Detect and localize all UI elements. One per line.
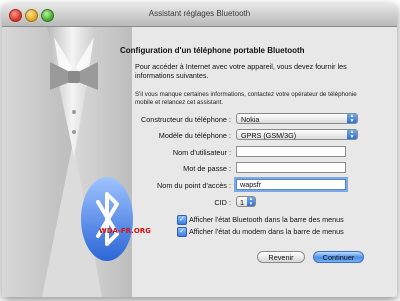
popup-arrows-icon: ▲ ▼ [247, 196, 255, 206]
checkmark-icon[interactable]: ✓ [177, 215, 187, 225]
back-button[interactable]: Revenir [257, 251, 305, 263]
username-label: Nom d'utilisateur : [172, 148, 231, 157]
username-field[interactable] [236, 146, 346, 157]
cid-popup[interactable]: 1 ▲ ▼ [236, 196, 256, 207]
username-row: Nom d'utilisateur : [2, 146, 397, 158]
cid-label: CID : [214, 198, 231, 207]
popup-arrows-icon: ▲ ▼ [347, 114, 357, 123]
manufacturer-popup[interactable]: Nokia ▲ ▼ [236, 113, 358, 124]
password-label: Mot de passe : [183, 164, 231, 173]
intro-text: Pour accéder à Internet avec votre appar… [135, 62, 347, 80]
assistant-window: Assistant réglages Bluetooth WDA-FR.ORG … [2, 4, 397, 297]
cid-row: CID : 1 ▲ ▼ [2, 196, 397, 208]
model-row: Modèle du téléphone : GPRS (GSM/3G) ▲ ▼ [2, 129, 397, 141]
apn-field[interactable]: wapsfr [236, 179, 346, 190]
model-value: GPRS (GSM/3G) [241, 131, 297, 140]
manufacturer-row: Constructeur du téléphone : Nokia ▲ ▼ [2, 113, 397, 125]
manufacturer-label: Constructeur du téléphone : [140, 115, 231, 124]
window-title: Assistant réglages Bluetooth [148, 9, 251, 18]
model-label: Modèle du téléphone : [158, 131, 231, 140]
modem-menu-checkbox[interactable]: ✓ Afficher l'état du modem dans la barre… [177, 227, 377, 237]
continue-button[interactable]: Continuer [313, 251, 364, 263]
modem-menu-label: Afficher l'état du modem dans la barre d… [189, 227, 344, 236]
model-popup[interactable]: GPRS (GSM/3G) ▲ ▼ [236, 129, 358, 140]
apn-label: Nom du point d'accès : [157, 181, 231, 190]
checkmark-icon[interactable]: ✓ [177, 227, 187, 237]
password-row: Mot de passe : [2, 162, 397, 174]
title-bar: Assistant réglages Bluetooth [2, 4, 397, 27]
bluetooth-menu-checkbox[interactable]: ✓ Afficher l'état Bluetooth dans la barr… [177, 215, 377, 225]
page-heading: Configuration d'un téléphone portable Bl… [120, 46, 305, 55]
bluetooth-menu-label: Afficher l'état Bluetooth dans la barre … [189, 215, 344, 224]
manufacturer-value: Nokia [241, 115, 260, 124]
note-text: S'il vous manque certaines informations,… [135, 91, 357, 106]
cid-value: 1 [240, 198, 244, 207]
apn-row: Nom du point d'accès : wapsfr [2, 179, 397, 191]
popup-arrows-icon: ▲ ▼ [347, 130, 357, 139]
password-field[interactable] [236, 162, 346, 173]
watermark-text: WDA-FR.ORG [99, 227, 151, 235]
